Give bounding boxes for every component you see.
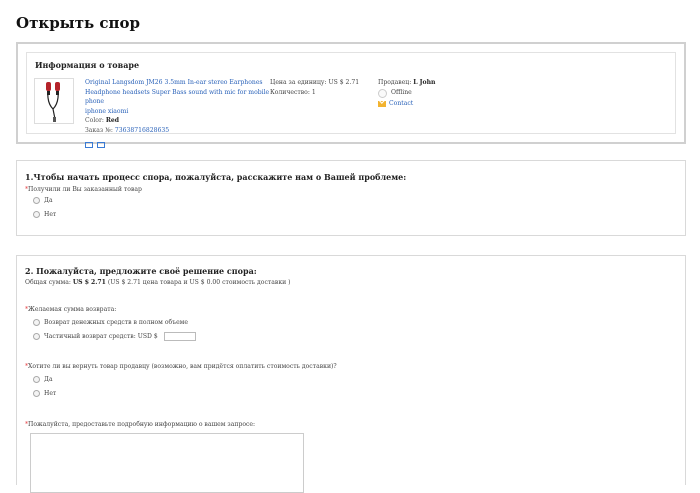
return-no-label: Нет bbox=[44, 390, 57, 397]
color-value: Red bbox=[105, 117, 120, 124]
snapshot-icon[interactable] bbox=[85, 142, 93, 148]
product-action-icons bbox=[85, 133, 109, 152]
product-color: Color: Red bbox=[85, 116, 271, 126]
details-text: Пожалуйста, предоставьте подробную инфор… bbox=[28, 421, 256, 428]
solution-heading: 2. Пожалуйста, предложите своё решение с… bbox=[25, 266, 257, 276]
return-yes-option[interactable]: Да bbox=[33, 376, 53, 383]
offline-status-icon bbox=[378, 88, 387, 98]
product-name-link[interactable]: Original Langsdom JM26 3.5mm In-ear ster… bbox=[85, 78, 271, 116]
product-details: Original Langsdom JM26 3.5mm In-ear ster… bbox=[85, 78, 271, 135]
contact-seller[interactable]: Contact bbox=[378, 99, 435, 109]
received-question-label: *Получили ли Вы заказанный товар bbox=[25, 186, 142, 193]
partial-refund-amount-input[interactable] bbox=[163, 332, 196, 341]
color-label: Color: bbox=[85, 117, 104, 124]
total-detail: (US $ 2.71 цена товара и US $ 0.00 стоим… bbox=[107, 279, 291, 286]
return-question-text: Хотите ли вы вернуть товар продавцу (воз… bbox=[28, 363, 337, 370]
seller-line: Продавец: L John bbox=[378, 78, 435, 88]
partial-refund-radio[interactable] bbox=[33, 333, 40, 340]
total-label: Общая сумма: bbox=[25, 279, 71, 286]
seller-status: Offline bbox=[378, 88, 435, 98]
return-no-option[interactable]: Нет bbox=[33, 390, 56, 397]
product-info-box: Информация о товаре Original Langsdom JM… bbox=[26, 52, 676, 148]
full-refund-option[interactable]: Возврат денежных средств в полном объеме bbox=[33, 319, 188, 326]
product-thumbnail[interactable] bbox=[34, 78, 74, 124]
full-refund-label: Возврат денежных средств в полном объеме bbox=[44, 319, 189, 326]
page-title: Открыть спор bbox=[16, 14, 141, 32]
return-yes-radio[interactable] bbox=[33, 376, 40, 383]
received-no-label: Нет bbox=[44, 211, 57, 218]
seller-column: Продавец: L John Offline Contact bbox=[378, 78, 435, 109]
received-question-text: Получили ли Вы заказанный товар bbox=[28, 186, 142, 193]
partial-refund-label: Частичный возврат средств: USD $ bbox=[44, 333, 158, 340]
problem-heading: 1.Чтобы начать процесс спора, пожалуйста… bbox=[25, 172, 407, 182]
seller-name[interactable]: L John bbox=[413, 79, 435, 86]
received-yes-option[interactable]: Да bbox=[33, 197, 53, 204]
full-refund-radio[interactable] bbox=[33, 319, 40, 326]
status-text: Offline bbox=[391, 89, 412, 96]
return-yes-label: Да bbox=[44, 376, 53, 383]
received-yes-label: Да bbox=[44, 197, 53, 204]
total-value: US $ 2.71 bbox=[72, 279, 106, 286]
refund-amount-label: *Желаемая сумма возврата: bbox=[25, 306, 117, 313]
product-name-line2: Headphone headsets Super Bass sound with… bbox=[85, 88, 270, 106]
received-no-radio[interactable] bbox=[33, 211, 40, 218]
details-label: *Пожалуйста, предоставьте подробную инфо… bbox=[25, 421, 256, 428]
total-amount: Общая сумма: US $ 2.71 (US $ 2.71 цена т… bbox=[25, 279, 291, 286]
details-textarea[interactable] bbox=[30, 433, 304, 493]
product-name-line3: iphone xiaomi bbox=[85, 107, 129, 115]
problem-panel: 1.Чтобы начать процесс спора, пожалуйста… bbox=[16, 160, 686, 236]
product-info-panel: Информация о товаре Original Langsdom JM… bbox=[16, 42, 686, 148]
return-question-label: *Хотите ли вы вернуть товар продавцу (во… bbox=[25, 363, 337, 370]
product-order: Заказ №: 73638716828635 bbox=[85, 126, 271, 136]
contact-link[interactable]: Contact bbox=[389, 99, 413, 109]
received-no-option[interactable]: Нет bbox=[33, 211, 56, 218]
solution-panel: 2. Пожалуйста, предложите своё решение с… bbox=[16, 255, 686, 493]
unit-price: Цена за единицу: US $ 2.71 bbox=[270, 79, 360, 86]
received-yes-radio[interactable] bbox=[33, 197, 40, 204]
seller-label: Продавец: bbox=[378, 79, 412, 86]
order-number-link[interactable]: 73638716828635 bbox=[115, 127, 169, 134]
mail-icon bbox=[378, 101, 386, 107]
quantity: Количество: 1 bbox=[270, 89, 316, 96]
earphones-image bbox=[46, 82, 60, 122]
product-section-title: Информация о товаре bbox=[35, 60, 140, 70]
partial-refund-option[interactable]: Частичный возврат средств: USD $ bbox=[33, 332, 196, 341]
return-no-radio[interactable] bbox=[33, 390, 40, 397]
refund-amount-text: Желаемая сумма возврата: bbox=[28, 306, 117, 313]
message-icon[interactable] bbox=[97, 142, 105, 148]
product-name-line1: Original Langsdom JM26 3.5mm In-ear ster… bbox=[85, 79, 263, 86]
price-column: Цена за единицу: US $ 2.71 Количество: 1 bbox=[270, 78, 359, 98]
